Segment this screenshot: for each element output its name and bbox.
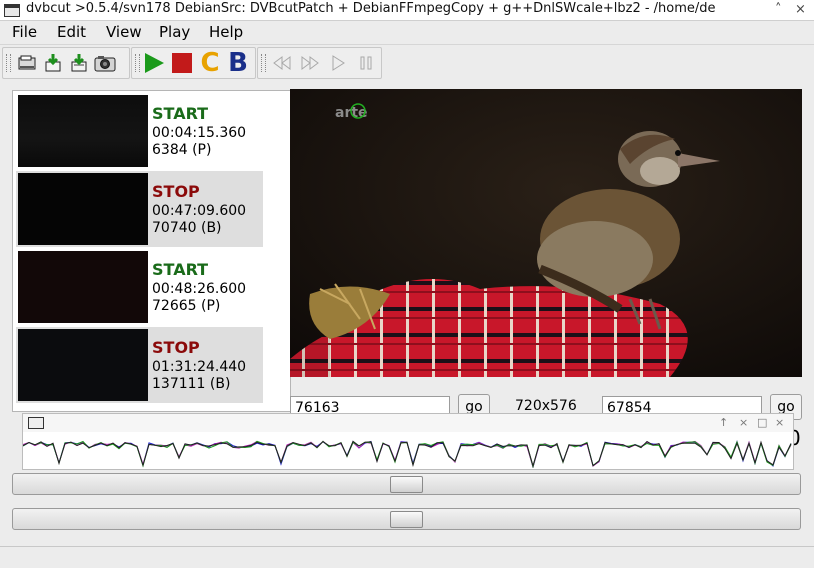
marker-frame: 70740 (B) <box>152 220 222 236</box>
menu-bar: File Edit View Play Help <box>0 21 814 45</box>
float-maximize-button[interactable]: □ <box>757 416 767 429</box>
fast-forward-icon <box>301 56 319 70</box>
lower-slider-handle[interactable] <box>390 511 423 528</box>
marker-thumbnail <box>18 173 148 245</box>
export-icon <box>71 54 87 72</box>
video-frame-image: arte <box>290 89 802 377</box>
marker-item[interactable]: START 00:04:15.360 6384 (P) <box>16 93 263 169</box>
marker-time: 00:04:15.360 <box>152 125 247 141</box>
window-titlebar: dvbcut >0.5.4/svn178 DebianSrc: DVBcutPa… <box>0 0 814 21</box>
save-download-icon <box>45 54 61 72</box>
menu-file[interactable]: File <box>12 23 37 41</box>
lower-position-slider[interactable] <box>12 508 801 530</box>
upper-slider-handle[interactable] <box>390 476 423 493</box>
marker-time: 00:48:26.600 <box>152 281 247 297</box>
marker-time: 01:31:24.440 <box>152 359 247 375</box>
float-close-button[interactable]: × <box>775 416 784 429</box>
float-pin-button[interactable]: ↑ <box>719 416 728 429</box>
marker-toolbar-group: C B <box>131 47 256 79</box>
floating-window-icon <box>28 417 44 429</box>
marker-list[interactable]: START 00:04:15.360 6384 (P) STOP 00:47:0… <box>12 90 291 412</box>
bitrate-graph-window[interactable]: ↑ × □ × <box>22 413 794 470</box>
green-play-icon <box>145 53 164 73</box>
marker-frame: 72665 (P) <box>152 298 221 314</box>
bitrate-graph <box>23 440 792 468</box>
file-toolbar-group <box>2 47 130 79</box>
marker-type: STOP <box>152 182 200 201</box>
close-button[interactable]: × <box>795 2 806 17</box>
status-bar <box>0 546 814 568</box>
marker-item[interactable]: STOP 00:47:09.600 70740 (B) <box>16 171 263 247</box>
marker-item[interactable]: STOP 01:31:24.440 137111 (B) <box>16 327 263 403</box>
graph-series-black <box>23 440 792 468</box>
marker-thumbnail <box>18 251 148 323</box>
menu-play[interactable]: Play <box>159 23 190 41</box>
snapshot-button[interactable] <box>93 51 117 75</box>
play-button[interactable] <box>326 51 350 75</box>
play-icon <box>332 55 345 71</box>
toolbar: C B <box>0 45 814 79</box>
toolbar-grip[interactable] <box>135 54 140 72</box>
pause-button[interactable] <box>354 51 378 75</box>
stop-marker-button[interactable] <box>170 51 194 75</box>
menu-help[interactable]: Help <box>209 23 243 41</box>
float-minimize-button[interactable]: × <box>739 416 748 429</box>
chapter-marker-button[interactable]: C <box>198 48 222 78</box>
fast-forward-button[interactable] <box>298 51 322 75</box>
toolbar-grip[interactable] <box>6 54 11 72</box>
window-title: dvbcut >0.5.4/svn178 DebianSrc: DVBcutPa… <box>26 1 716 16</box>
floating-window-titlebar[interactable]: ↑ × □ × <box>23 414 793 432</box>
menu-view[interactable]: View <box>106 23 142 41</box>
marker-time: 00:47:09.600 <box>152 203 247 219</box>
toolbar-grip[interactable] <box>261 54 266 72</box>
resolution-label: 720x576 <box>515 398 577 414</box>
save-button[interactable] <box>41 51 65 75</box>
export-button[interactable] <box>67 51 91 75</box>
maximize-button[interactable]: ˄ <box>775 2 782 17</box>
marker-frame: 6384 (P) <box>152 142 212 158</box>
open-button[interactable] <box>15 51 39 75</box>
marker-item[interactable]: START 00:48:26.600 72665 (P) <box>16 249 263 325</box>
rewind-icon <box>273 56 291 70</box>
bookmark-button[interactable]: B <box>226 48 250 78</box>
camera-icon <box>94 56 116 72</box>
start-marker-button[interactable] <box>142 51 166 75</box>
marker-type: START <box>152 260 209 279</box>
upper-position-slider[interactable] <box>12 473 801 495</box>
marker-type: START <box>152 104 209 123</box>
marker-frame: 137111 (B) <box>152 376 231 392</box>
red-stop-icon <box>172 53 192 73</box>
video-preview[interactable]: arte <box>290 89 802 377</box>
marker-thumbnail <box>18 329 148 401</box>
marker-type: STOP <box>152 338 200 357</box>
playback-toolbar-group <box>257 47 382 79</box>
pause-icon <box>360 56 372 70</box>
window-icon[interactable] <box>4 4 20 17</box>
open-file-icon <box>18 55 36 70</box>
menu-edit[interactable]: Edit <box>57 23 86 41</box>
rewind-button[interactable] <box>270 51 294 75</box>
marker-thumbnail <box>18 95 148 167</box>
